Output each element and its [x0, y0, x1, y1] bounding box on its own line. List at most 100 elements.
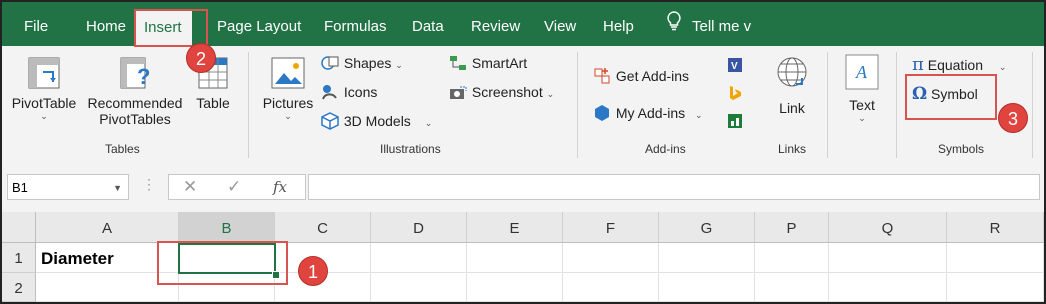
cell-p2[interactable]: [755, 273, 829, 302]
tab-formulas[interactable]: Formulas: [324, 2, 387, 46]
pictures-label: Pictures: [262, 95, 314, 111]
cell-r1[interactable]: [947, 243, 1044, 273]
tell-me-search[interactable]: Tell me v: [666, 2, 751, 46]
equation-button[interactable]: π Equation ⌄: [912, 54, 1006, 75]
cell-r2[interactable]: [947, 273, 1044, 302]
column-header-b[interactable]: B: [179, 212, 275, 243]
pictures-button[interactable]: Pictures ⌄: [258, 54, 318, 122]
tab-home[interactable]: Home: [86, 2, 126, 46]
tab-file[interactable]: File: [24, 2, 48, 46]
row-header-2[interactable]: 2: [2, 273, 36, 302]
tab-view[interactable]: View: [544, 2, 576, 46]
step-badge-2: 2: [186, 43, 216, 73]
icons-button[interactable]: Icons: [320, 83, 377, 104]
enter-check-icon[interactable]: ✓: [227, 177, 241, 197]
tables-group-label: Tables: [105, 142, 140, 156]
text-button[interactable]: A Text ⌄: [836, 52, 888, 124]
tab-help[interactable]: Help: [603, 2, 634, 46]
highlight-symbol-button: [905, 74, 997, 120]
tell-me-label: Tell me v: [692, 18, 752, 35]
equation-label: Equation: [927, 57, 984, 73]
name-box-value: B1: [12, 180, 28, 195]
tab-review[interactable]: Review: [471, 2, 520, 46]
3d-models-button[interactable]: 3D Models ⌄: [320, 112, 432, 133]
cell-e2[interactable]: [467, 273, 563, 302]
column-header-g[interactable]: G: [659, 212, 755, 243]
camera-icon: [448, 83, 468, 104]
cell-f2[interactable]: [563, 273, 659, 302]
column-header-p[interactable]: P: [755, 212, 829, 243]
pivottable-icon: [8, 54, 80, 95]
chevron-down-icon: ⌄: [40, 111, 48, 121]
group-separator: [1032, 52, 1033, 158]
3d-models-label: 3D Models: [343, 113, 411, 130]
link-button[interactable]: Link: [764, 54, 820, 116]
cell-q1[interactable]: [829, 243, 947, 273]
get-addins-button[interactable]: Get Add-ins: [592, 66, 689, 89]
cell-f1[interactable]: [563, 243, 659, 273]
step-badge-1: 1: [298, 256, 328, 286]
smartart-icon: [448, 54, 468, 75]
cancel-icon[interactable]: ✕: [183, 177, 197, 197]
select-all-corner[interactable]: [2, 212, 36, 243]
bing-icon[interactable]: [726, 84, 744, 107]
name-box[interactable]: B1 ▼: [7, 174, 129, 200]
group-separator: [248, 52, 249, 158]
row-header-1[interactable]: 1: [2, 243, 36, 273]
screenshot-button[interactable]: Screenshot ⌄: [448, 83, 554, 104]
chevron-down-icon: ⌄: [858, 113, 866, 123]
pivottable-label: PivotTable: [11, 95, 77, 111]
step-badge-3: 3: [998, 103, 1028, 133]
cell-d1[interactable]: [371, 243, 467, 273]
cell-e1[interactable]: [467, 243, 563, 273]
group-separator: [896, 52, 897, 158]
plus-store-icon: [592, 66, 612, 89]
lightbulb-icon: [666, 2, 682, 52]
pivottable-button[interactable]: PivotTable ⌄: [8, 54, 80, 122]
cell-g1[interactable]: [659, 243, 755, 273]
icons-icon: [320, 83, 340, 104]
tab-page-layout[interactable]: Page Layout: [217, 2, 301, 46]
column-header-q[interactable]: Q: [829, 212, 947, 243]
get-addins-label: Get Add-ins: [615, 68, 690, 85]
group-separator: [577, 52, 578, 158]
symbols-group-label: Symbols: [938, 142, 985, 156]
cell-g2[interactable]: [659, 273, 755, 302]
smartart-label: SmartArt: [471, 55, 528, 72]
formula-bar: B1 ▼ ⋮ ✕ ✓ fx: [2, 162, 1044, 212]
excel-window: File Home Insert Page Layout Formulas Da…: [0, 0, 1046, 304]
tab-data[interactable]: Data: [412, 2, 444, 46]
cell-p1[interactable]: [755, 243, 829, 273]
svg-text:?: ?: [137, 64, 150, 89]
people-graph-icon[interactable]: [726, 112, 744, 135]
insert-function-icon[interactable]: fx: [273, 178, 287, 196]
my-addins-button[interactable]: My Add-ins ⌄: [592, 103, 703, 126]
formula-input[interactable]: [308, 174, 1040, 200]
icons-label: Icons: [343, 84, 378, 101]
column-header-r[interactable]: R: [947, 212, 1044, 243]
column-header-a[interactable]: A: [36, 212, 179, 243]
smartart-button[interactable]: SmartArt: [448, 54, 527, 75]
drag-handle-icon[interactable]: ⋮: [142, 176, 156, 193]
recommended-pivottables-icon: ?: [82, 54, 188, 95]
column-header-e[interactable]: E: [467, 212, 563, 243]
cell-q2[interactable]: [829, 273, 947, 302]
shapes-button[interactable]: Shapes ⌄: [320, 54, 403, 75]
column-header-d[interactable]: D: [371, 212, 467, 243]
cell-d2[interactable]: [371, 273, 467, 302]
table-label: Table: [196, 95, 230, 111]
highlight-insert-tab: [134, 9, 208, 47]
text-box-icon: A: [836, 52, 888, 95]
svg-text:V: V: [731, 61, 738, 72]
visio-icon[interactable]: V: [726, 56, 744, 79]
shapes-icon: [320, 54, 340, 75]
globe-link-icon: [764, 54, 820, 97]
chevron-down-icon[interactable]: ▼: [113, 175, 122, 201]
group-separator: [827, 52, 828, 158]
recommended-pivottables-button[interactable]: ? Recommended PivotTables: [82, 54, 188, 127]
chevron-down-icon: ⌄: [395, 60, 403, 71]
link-label: Link: [779, 100, 805, 116]
column-header-c[interactable]: C: [275, 212, 371, 243]
column-header-f[interactable]: F: [563, 212, 659, 243]
chevron-down-icon: ⌄: [546, 89, 555, 100]
